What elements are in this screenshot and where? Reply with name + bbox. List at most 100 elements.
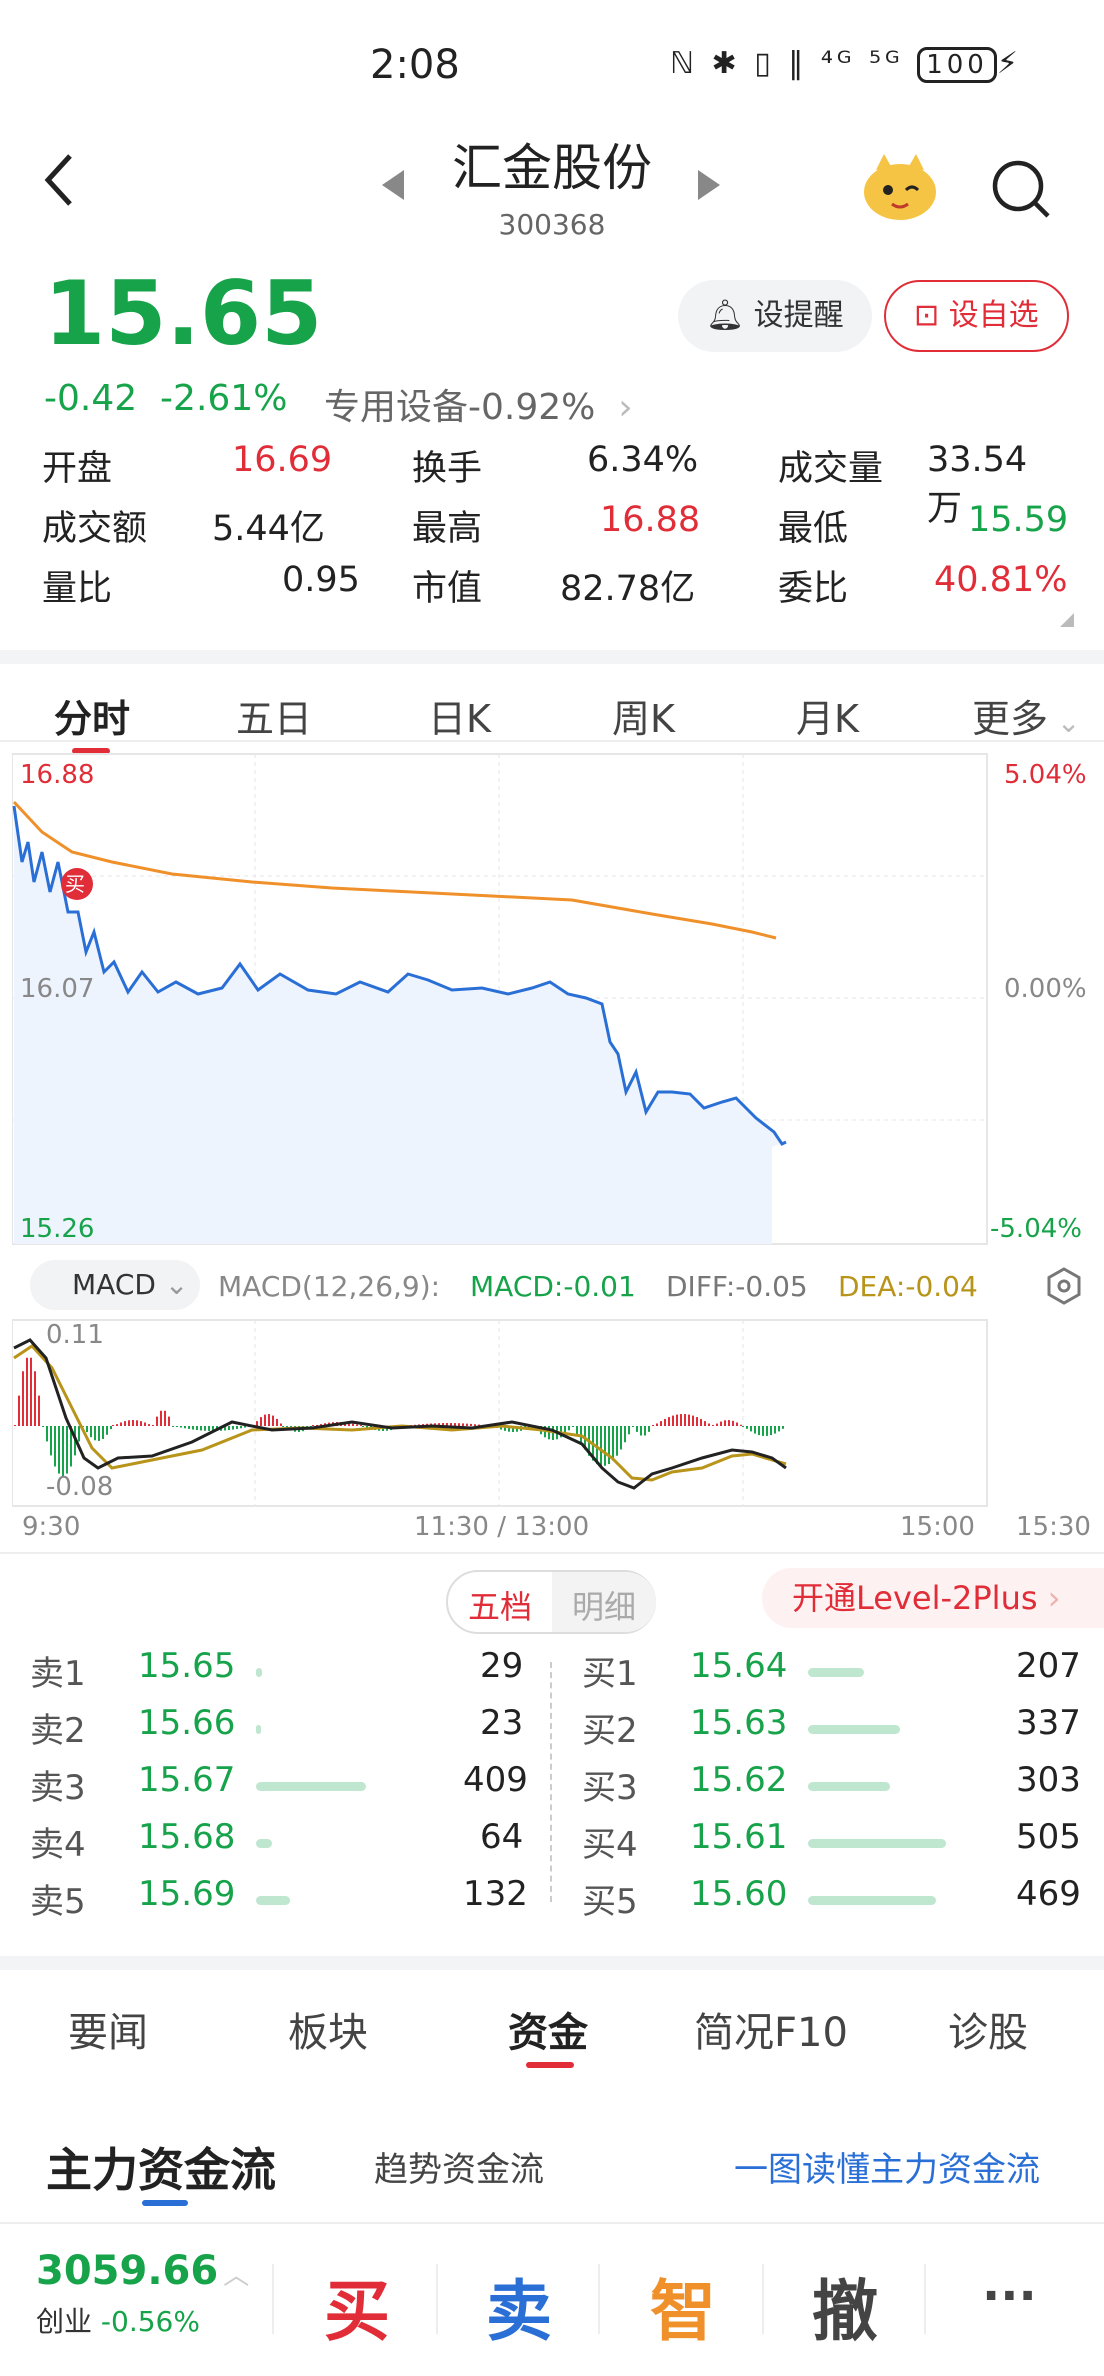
macd-bar: [282, 1426, 284, 1427]
diff-value: DIFF:-0.05: [666, 1270, 808, 1303]
tab-monthly-k[interactable]: 月K: [796, 688, 859, 743]
sector-link[interactable]: 专用设备-0.92% ›: [324, 378, 633, 430]
macd-bar: [660, 1421, 662, 1426]
buy-label: 买2: [582, 1711, 638, 1751]
divider: [436, 2264, 438, 2334]
order-row: 卖2 15.66 23 买2 15.63 337: [0, 1703, 1104, 1759]
cancel-order-button[interactable]: 撤: [812, 2258, 878, 2354]
tab-indicator: [526, 2062, 574, 2068]
level2-upgrade-button[interactable]: 开通Level-2Plus ›: [762, 1568, 1104, 1628]
macd-bar: [696, 1417, 698, 1426]
macd-bar: [124, 1421, 126, 1426]
more-button[interactable]: ···: [982, 2268, 1037, 2324]
sell-qty: 132: [463, 1874, 528, 1914]
macd-bar: [782, 1426, 784, 1429]
tab-five-levels[interactable]: 五档: [468, 1582, 532, 1628]
sell-qty: 23: [480, 1703, 524, 1743]
price-area: [14, 806, 786, 1244]
order-row: 卖5 15.69 132 买5 15.60 469: [0, 1874, 1104, 1930]
tab-detail[interactable]: 明细: [572, 1582, 636, 1628]
dea-line: [13, 1344, 787, 1482]
section-separator: [0, 1956, 1104, 1970]
index-ticker[interactable]: 3059.66 ︿ 创业 -0.56%: [36, 2248, 249, 2340]
macd-bar: [62, 1426, 64, 1476]
macd-bar: [78, 1426, 80, 1442]
tab-sector[interactable]: 板块: [288, 2000, 368, 2058]
volume-bar: [256, 1782, 366, 1791]
macd-bar: [720, 1421, 722, 1426]
sell-qty: 64: [480, 1817, 524, 1857]
stat-label: 委比: [778, 569, 849, 609]
set-alert-button[interactable]: 🔔︎ 设提醒: [678, 280, 872, 352]
tab-weekly-k[interactable]: 周K: [612, 688, 675, 743]
tab-intraday[interactable]: 分时: [54, 688, 130, 743]
settings-hex-icon[interactable]: [1044, 1266, 1084, 1306]
macd-chart[interactable]: 0.11 -0.08: [11, 1318, 1088, 1508]
sell-qty: 29: [480, 1646, 524, 1686]
tab-trend-fund-flow[interactable]: 趋势资金流: [374, 2142, 544, 2191]
volume-bar: [256, 1725, 261, 1734]
divider: [924, 2264, 926, 2334]
index-change: -0.56%: [100, 2305, 200, 2338]
fund-flow-guide-link[interactable]: 一图读懂主力资金流: [734, 2142, 1040, 2191]
chevron-up-icon: ︿: [223, 2261, 250, 2291]
battery-icon: 100: [917, 47, 997, 83]
macd-bar: [152, 1425, 154, 1426]
macd-bar: [256, 1421, 258, 1426]
stat-label: 成交量: [778, 449, 884, 489]
order-row: 卖1 15.65 29 买1 15.64 207: [0, 1646, 1104, 1702]
add-watchlist-button[interactable]: ⊡ 设自选: [884, 280, 1069, 352]
intraday-chart[interactable]: 买 16.88 16.07 15.26 5.04% 0.00% -5.04%: [11, 742, 1088, 1252]
stat-label: 换手: [412, 449, 483, 489]
search-button[interactable]: [990, 158, 1052, 224]
macd-bar: [132, 1420, 134, 1426]
macd-bar: [628, 1426, 630, 1435]
buy-button[interactable]: 买: [324, 2258, 390, 2354]
smart-button[interactable]: 智: [650, 2258, 716, 2354]
avg-price-line: [12, 800, 777, 940]
macd-bar: [58, 1426, 60, 1474]
macd-bar: [728, 1420, 730, 1426]
tab-more[interactable]: 更多 ⌄: [972, 688, 1080, 743]
charging-icon: ⚡: [996, 46, 1022, 81]
buy-price: 15.61: [690, 1817, 788, 1857]
tab-five-day[interactable]: 五日: [236, 688, 312, 743]
macd-svg: [11, 1319, 988, 1507]
macd-bar: [140, 1421, 142, 1426]
macd-bar: [232, 1426, 234, 1430]
tab-diagnosis[interactable]: 诊股: [948, 2000, 1028, 2058]
macd-bar: [604, 1426, 606, 1466]
macd-bar: [120, 1422, 122, 1426]
macd-bar: [672, 1415, 674, 1426]
sell-button[interactable]: 卖: [486, 2258, 552, 2354]
macd-select[interactable]: MACD ⌄: [30, 1260, 200, 1310]
order-book-toggle: 五档 明细: [446, 1570, 656, 1634]
tab-main-fund-flow[interactable]: 主力资金流: [46, 2134, 276, 2200]
macd-bar: [572, 1426, 574, 1427]
sell-label: 卖2: [30, 1711, 86, 1751]
mascot-button[interactable]: [862, 152, 938, 226]
pct-axis-bottom: -5.04%: [990, 1214, 1082, 1244]
macd-bar: [458, 1423, 460, 1426]
expand-corner-icon[interactable]: [1060, 612, 1074, 631]
macd-bar: [18, 1395, 20, 1426]
macd-bar: [724, 1420, 726, 1426]
macd-bar: [46, 1426, 48, 1442]
chevron-right-icon: ›: [606, 387, 633, 428]
macd-bar: [268, 1414, 270, 1426]
volume-bar: [808, 1896, 936, 1905]
tab-daily-k[interactable]: 日K: [428, 688, 491, 743]
tab-funds[interactable]: 资金: [508, 2000, 588, 2058]
tab-profile-f10[interactable]: 简况F10: [694, 2000, 848, 2058]
chevron-down-icon: ⌄: [1048, 706, 1081, 739]
tab-news[interactable]: 要闻: [68, 2000, 148, 2058]
macd-bar: [264, 1414, 266, 1426]
y-axis-bottom: 15.26: [20, 1214, 95, 1244]
sell-label: 卖5: [30, 1882, 86, 1922]
change-amount: -0.42: [44, 378, 138, 419]
macd-bar: [774, 1426, 776, 1434]
chevron-down-icon: ⌄: [155, 1268, 189, 1301]
next-stock-button[interactable]: [696, 168, 722, 206]
volume-bar: [256, 1839, 272, 1848]
macd-bar: [700, 1418, 702, 1426]
